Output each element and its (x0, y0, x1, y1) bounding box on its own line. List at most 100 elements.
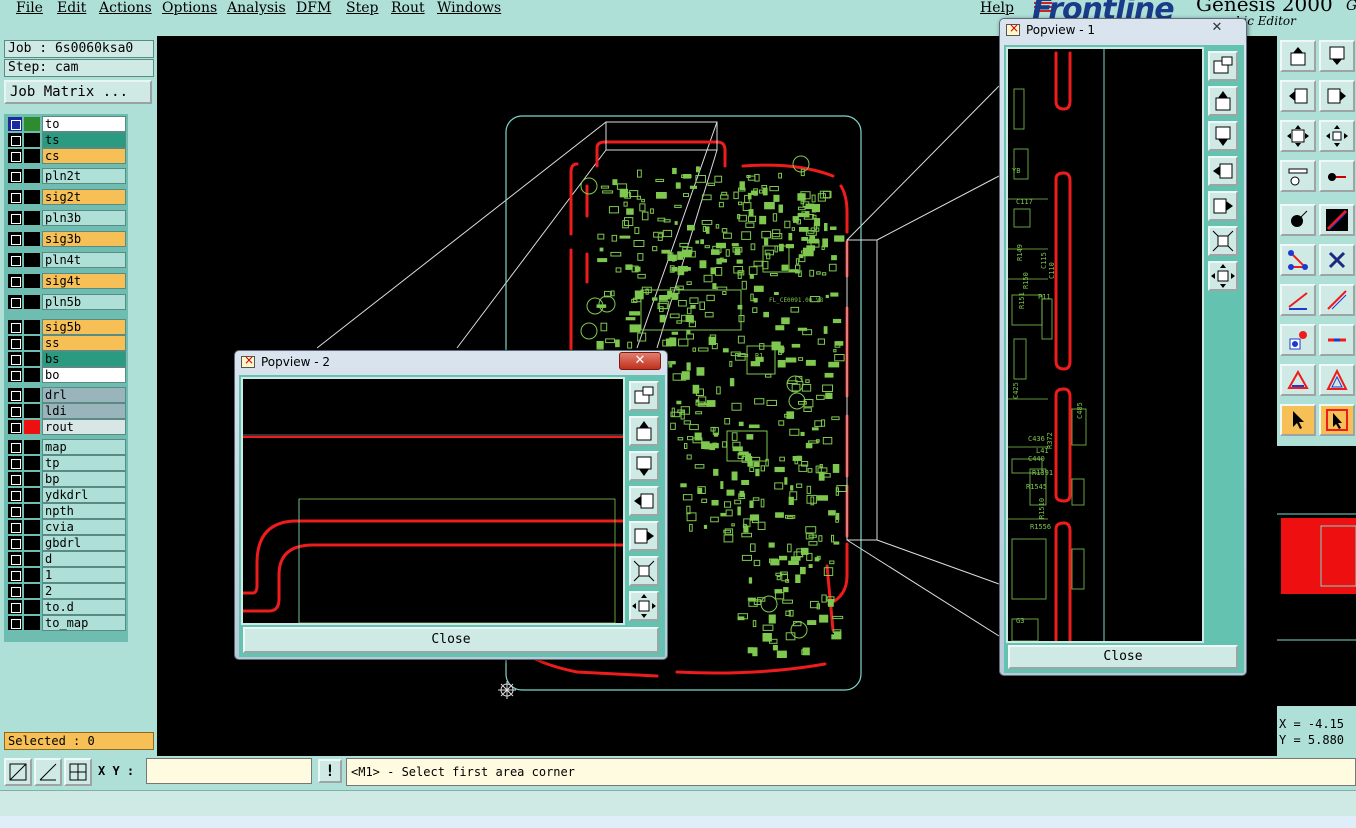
layer-name[interactable]: sig5b (42, 319, 126, 335)
menu-edit[interactable]: Edit (57, 0, 86, 16)
layer-name[interactable]: ss (42, 335, 126, 351)
menu-options[interactable]: Options (162, 0, 217, 16)
pv1-pan-right-button[interactable] (1208, 191, 1238, 221)
menu-dfm[interactable]: DFM (296, 0, 331, 16)
pv2-pan-left-button[interactable] (629, 486, 659, 516)
pv2-pan-right-button[interactable] (629, 521, 659, 551)
layer-name[interactable]: bs (42, 351, 126, 367)
layer-checkbox[interactable] (8, 616, 22, 630)
pv2-zoom-in-button[interactable] (629, 556, 659, 586)
select-pointer-button[interactable] (1280, 404, 1316, 436)
layer-name[interactable]: rout (42, 419, 126, 435)
layer-checkbox[interactable] (8, 336, 22, 350)
layer-name[interactable]: to_map (42, 615, 126, 631)
layer-name[interactable]: tp (42, 455, 126, 471)
layer-row-bp[interactable]: bp (6, 471, 126, 487)
layer-checkbox[interactable] (8, 169, 22, 183)
zoom-box-button[interactable] (4, 758, 32, 786)
layer-row-d[interactable]: d (6, 551, 126, 567)
add-surface-button[interactable] (1280, 364, 1316, 396)
layer-name[interactable]: sig3b (42, 231, 126, 247)
measure-angle-button[interactable] (34, 758, 62, 786)
menu-step[interactable]: Step (346, 0, 378, 16)
layer-name[interactable]: sig2t (42, 189, 126, 205)
pv2-zoom-out-button[interactable] (629, 591, 659, 621)
alert-button[interactable]: ! (318, 759, 342, 783)
menu-help[interactable]: Help (980, 0, 1014, 16)
menu-windows[interactable]: Windows (437, 0, 501, 16)
layer-name[interactable]: sig4t (42, 273, 126, 289)
layer-checkbox[interactable] (8, 320, 22, 334)
layer-row-map[interactable]: map (6, 439, 126, 455)
layer-row-npth[interactable]: npth (6, 503, 126, 519)
pan-right-button[interactable] (1319, 80, 1355, 112)
layer-row-cvia[interactable]: cvia (6, 519, 126, 535)
zoom-fit-button[interactable] (1280, 120, 1316, 152)
layer-name[interactable]: drl (42, 387, 126, 403)
job-matrix-button[interactable]: Job Matrix ... (4, 80, 152, 104)
layer-checkbox[interactable] (8, 232, 22, 246)
popview-2-titlebar[interactable]: Popview - 2 ✕ (235, 351, 667, 373)
popview-2-view[interactable] (241, 377, 625, 625)
split-line-button[interactable] (1319, 324, 1355, 356)
layer-checkbox[interactable] (8, 368, 22, 382)
menu-file[interactable]: File (16, 0, 43, 16)
layer-checkbox[interactable] (8, 472, 22, 486)
layer-checkbox[interactable] (8, 440, 22, 454)
pv2-zoom-button[interactable] (629, 381, 659, 411)
layer-row-sig2t[interactable]: sig2t (6, 189, 126, 205)
pan-up-button[interactable] (1280, 40, 1316, 72)
layer-checkbox[interactable] (8, 520, 22, 534)
layer-name[interactable]: gbdrl (42, 535, 126, 551)
layer-row-1[interactable]: 1 (6, 567, 126, 583)
layer-name[interactable]: ldi (42, 403, 126, 419)
popview-2-close-x[interactable]: ✕ (619, 352, 661, 370)
pv2-pan-down-button[interactable] (629, 451, 659, 481)
layer-checkbox[interactable] (8, 584, 22, 598)
layer-name[interactable]: map (42, 439, 126, 455)
layer-name[interactable]: d (42, 551, 126, 567)
layer-row-bs[interactable]: bs (6, 351, 126, 367)
layer-name[interactable]: to.d (42, 599, 126, 615)
layer-row-sig5b[interactable]: sig5b (6, 319, 126, 335)
popview-1-close-button[interactable]: Close (1008, 645, 1238, 669)
layer-checkbox[interactable] (8, 504, 22, 518)
layer-checkbox[interactable] (8, 488, 22, 502)
pv1-zoom-button[interactable] (1208, 51, 1238, 81)
xy-input[interactable] (146, 758, 312, 784)
layer-name[interactable]: ydkdrl (42, 487, 126, 503)
overview-map[interactable] (1277, 446, 1356, 706)
layer-row-to.d[interactable]: to.d (6, 599, 126, 615)
layer-name[interactable]: bp (42, 471, 126, 487)
layer-name[interactable]: pln2t (42, 168, 126, 184)
add-pad-button[interactable] (1280, 324, 1316, 356)
pan-left-button[interactable] (1280, 80, 1316, 112)
layer-name[interactable]: cvia (42, 519, 126, 535)
layer-row-gbdrl[interactable]: gbdrl (6, 535, 126, 551)
layer-name[interactable]: npth (42, 503, 126, 519)
popview-1-titlebar[interactable]: Popview - 1 ✕ (1000, 19, 1246, 41)
layer-checkbox[interactable] (8, 190, 22, 204)
layer-row-sig3b[interactable]: sig3b (6, 231, 126, 247)
select-pad-button[interactable] (1280, 204, 1316, 236)
layer-name[interactable]: 2 (42, 583, 126, 599)
add-line-button[interactable] (1280, 284, 1316, 316)
layer-row-sig4t[interactable]: sig4t (6, 273, 126, 289)
layer-row-ydkdrl[interactable]: ydkdrl (6, 487, 126, 503)
pan-down-button[interactable] (1319, 40, 1355, 72)
layer-name[interactable]: pln5b (42, 294, 126, 310)
select-box-button[interactable] (1319, 404, 1355, 436)
layer-row-ss[interactable]: ss (6, 335, 126, 351)
layer-checkbox[interactable] (8, 568, 22, 582)
layer-checkbox[interactable] (8, 420, 22, 434)
layer-row-rout[interactable]: rout (6, 419, 126, 435)
snap-settings-button[interactable] (1280, 160, 1316, 192)
layer-row-pln5b[interactable]: pln5b (6, 294, 126, 310)
layer-checkbox[interactable] (8, 295, 22, 309)
menu-analysis[interactable]: Analysis (227, 0, 286, 16)
layer-name[interactable]: to (42, 116, 126, 132)
zoom-center-button[interactable] (1319, 120, 1355, 152)
layer-checkbox[interactable] (8, 117, 22, 131)
net-button[interactable] (1280, 244, 1316, 276)
layer-checkbox[interactable] (8, 274, 22, 288)
